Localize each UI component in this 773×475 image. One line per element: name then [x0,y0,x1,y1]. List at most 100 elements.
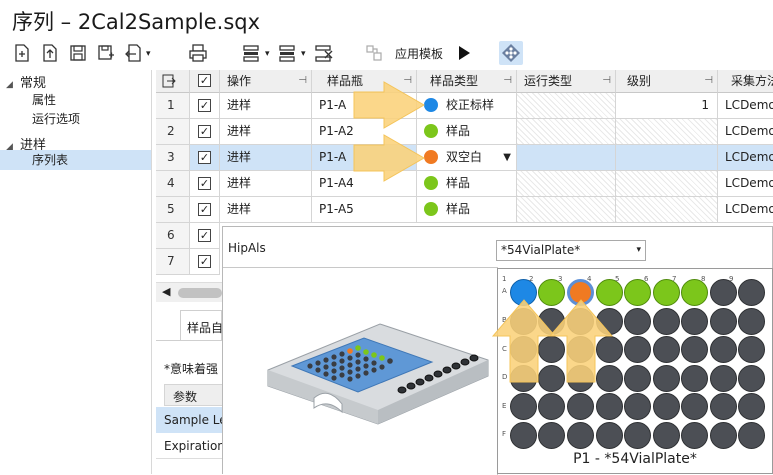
pin-icon[interactable]: ⊣ [503,70,512,92]
cell-action[interactable]: 进样 [220,93,312,119]
cell-sample-type[interactable]: 样品 [417,171,517,197]
apply-template-button[interactable]: 应用模板 [395,45,443,62]
nav-item-run-options[interactable]: 运行选项 [32,110,80,127]
param-row-selected[interactable]: Sample Le [156,407,227,433]
cell-acq-method[interactable]: LCDemo. [718,171,773,197]
well-empty[interactable] [624,365,651,392]
well-empty[interactable] [681,365,708,392]
param-row[interactable]: Expiration [156,433,225,459]
well-empty[interactable] [738,422,765,449]
well-empty[interactable] [681,422,708,449]
well-sample[interactable] [624,279,651,306]
well-empty[interactable] [510,393,537,420]
row-number[interactable]: 3 [156,145,190,171]
well-empty[interactable] [653,336,680,363]
pin-icon[interactable]: ⊣ [298,70,307,92]
chevron-down-icon[interactable]: ▾ [301,49,306,59]
well-empty[interactable] [653,422,680,449]
well-empty[interactable] [738,279,765,306]
cell-action[interactable]: 进样 [220,145,312,171]
scroll-thumb[interactable] [178,288,222,298]
cell-sample-type[interactable]: 样品 [417,197,517,223]
column-header-action[interactable]: 操作 ⊣ [220,70,312,93]
row-checkbox[interactable]: ✓ [198,151,211,164]
row-number[interactable]: 4 [156,171,190,197]
well-empty[interactable] [624,422,651,449]
cell-action[interactable]: 进样 [220,119,312,145]
cell-sample-type[interactable]: 校正标样 [417,93,517,119]
row-checkbox-cell[interactable]: ✓ [190,197,220,223]
horizontal-scrollbar[interactable]: ◀ [156,282,222,302]
well-empty[interactable] [624,336,651,363]
cell-sample-type[interactable]: 样品 [417,119,517,145]
well-empty[interactable] [653,365,680,392]
well-empty[interactable] [538,422,565,449]
export-icon[interactable] [124,43,144,63]
cell-acq-method[interactable]: LCDemo. [718,93,773,119]
cell-vial[interactable]: P1-A5 [312,197,417,223]
grid-corner-icon[interactable] [156,70,190,93]
row-checkbox[interactable]: ✓ [198,125,211,138]
nav-group-general[interactable]: ◢ 常规 [6,72,46,91]
check-all-checkbox[interactable]: ✓ [198,74,211,87]
cell-acq-method[interactable]: LCDemo. [718,197,773,223]
well-empty[interactable] [710,393,737,420]
well-empty[interactable] [710,308,737,335]
row-checkbox-cell[interactable]: ✓ [190,223,220,249]
well-empty[interactable] [653,393,680,420]
column-header-acq-method[interactable]: 采集方法 [718,70,773,93]
row-number[interactable]: 5 [156,197,190,223]
row-checkbox[interactable]: ✓ [198,203,211,216]
well-empty[interactable] [738,365,765,392]
plate-view-icon[interactable] [499,41,523,65]
column-header-run-type[interactable]: 运行类型 ⊣ [517,70,616,93]
insert-row-icon[interactable] [242,43,262,63]
template-icon[interactable] [364,43,384,63]
delete-row-icon[interactable] [314,43,334,63]
well-empty[interactable] [681,308,708,335]
well-empty[interactable] [624,308,651,335]
cell-sample-type-editor[interactable]: 双空白 ▼ [417,145,517,171]
run-icon[interactable] [454,43,474,63]
column-header-sample-type[interactable]: 样品类型 ⊣ [417,70,517,93]
row-checkbox-cell[interactable]: ✓ [190,93,220,119]
well-empty[interactable] [510,422,537,449]
column-header-level[interactable]: 级别 ⊣ [616,70,718,93]
cell-action[interactable]: 进样 [220,197,312,223]
row-checkbox[interactable]: ✓ [198,177,211,190]
well-sample[interactable] [681,279,708,306]
cell-acq-method[interactable]: LCDemo. [718,119,773,145]
nav-item-properties[interactable]: 属性 [32,91,56,108]
cell-level[interactable]: 1 [616,93,718,119]
collapse-triangle-icon[interactable]: ◢ [6,80,20,90]
plate-selector[interactable]: *54VialPlate* ▾ [496,240,646,261]
cell-action[interactable]: 进样 [220,171,312,197]
well-empty[interactable] [538,393,565,420]
row-number[interactable]: 1 [156,93,190,119]
well-empty[interactable] [596,393,623,420]
well-empty[interactable] [681,336,708,363]
row-checkbox[interactable]: ✓ [198,99,211,112]
row-checkbox-cell[interactable]: ✓ [190,249,220,275]
chevron-down-icon[interactable]: ▾ [636,241,641,260]
pin-icon[interactable]: ⊣ [602,70,611,92]
row-checkbox[interactable]: ✓ [198,229,211,242]
row-number[interactable]: 7 [156,249,190,275]
nav-item-sequence-table[interactable]: 序列表 [32,151,68,168]
save-as-icon[interactable] [96,43,116,63]
chevron-down-icon[interactable]: ▾ [146,49,151,59]
well-empty[interactable] [681,393,708,420]
well-empty[interactable] [738,393,765,420]
chevron-down-icon[interactable]: ▾ [265,49,270,59]
save-icon[interactable] [68,43,88,63]
row-number[interactable]: 6 [156,223,190,249]
row-checkbox-cell[interactable]: ✓ [190,119,220,145]
scroll-left-icon[interactable]: ◀ [162,285,170,298]
tab-sample[interactable]: 样品自 [180,310,223,340]
pin-icon[interactable]: ⊣ [704,70,713,92]
row-checkbox-cell[interactable]: ✓ [190,171,220,197]
row-checkbox-cell[interactable]: ✓ [190,145,220,171]
header-check-all[interactable]: ✓ [190,70,220,93]
new-file-icon[interactable] [12,43,32,63]
well-empty[interactable] [710,422,737,449]
